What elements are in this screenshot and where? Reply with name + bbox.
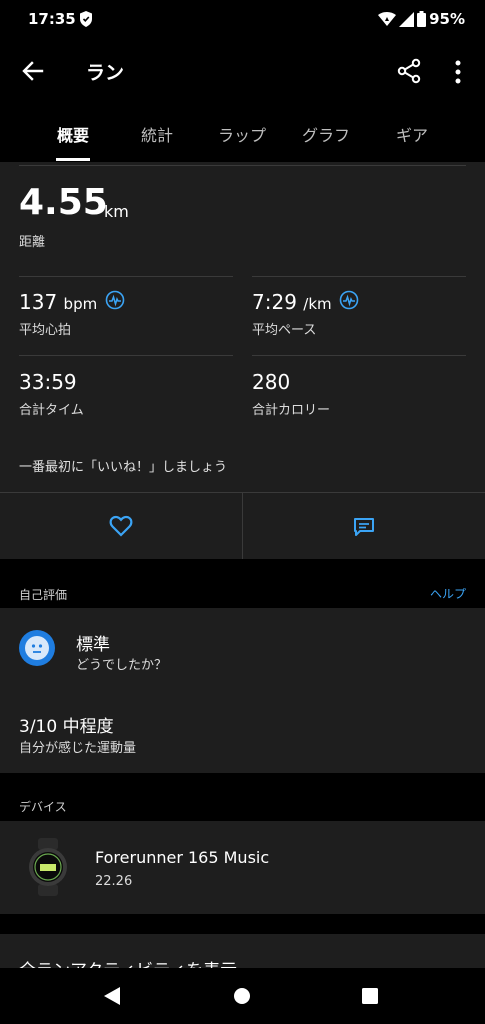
vertical-divider <box>242 493 243 559</box>
distance-value: 4.55 <box>19 182 108 223</box>
comment-icon <box>354 518 374 536</box>
more-vert-icon[interactable] <box>448 58 468 86</box>
heart-icon <box>109 515 133 537</box>
app-bar: ラン <box>0 40 485 104</box>
tab-stats[interactable]: 統計 <box>117 122 197 146</box>
like-button[interactable] <box>0 493 242 559</box>
neutral-face-icon <box>31 644 43 653</box>
total-time-label: 合計タイム <box>19 403 84 418</box>
divider <box>252 276 466 277</box>
signal-icon <box>399 11 415 27</box>
nav-back-icon[interactable] <box>103 986 121 1006</box>
divider <box>19 276 233 277</box>
tab-graph[interactable]: グラフ <box>286 122 366 146</box>
tab-overview[interactable]: 概要 <box>33 122 113 146</box>
status-time: 17:35 <box>28 10 76 28</box>
nav-recents-icon[interactable] <box>362 988 378 1004</box>
view-all-runs-card[interactable]: 全ランアクティビティを表示 <box>0 934 485 968</box>
like-prompt: 一番最初に「いいね！」しましょう <box>19 460 228 475</box>
pace-chart-icon[interactable] <box>339 290 359 310</box>
status-right: 95% <box>378 10 465 28</box>
watch-icon <box>29 838 67 896</box>
system-nav-bar <box>0 968 485 1024</box>
face-inner <box>25 636 49 660</box>
wifi-icon <box>378 12 397 26</box>
battery-percent: 95% <box>429 10 465 28</box>
calories-label: 合計カロリー <box>252 403 331 418</box>
divider <box>252 355 466 356</box>
back-arrow-icon[interactable] <box>20 58 46 84</box>
view-all-runs-label[interactable]: 全ランアクティビティを表示 <box>19 956 237 968</box>
device-version: 22.26 <box>95 874 133 889</box>
distance-label: 距離 <box>19 235 46 250</box>
share-icon[interactable] <box>396 58 422 84</box>
pace-value: 7:29 /km <box>252 290 332 314</box>
feel-subtitle: どうでしたか？ <box>76 658 168 673</box>
comment-button[interactable] <box>243 493 485 559</box>
effort-title[interactable]: 3/10 中程度 <box>19 712 114 737</box>
tab-bar: 概要 統計 ラップ グラフ ギア <box>0 104 485 162</box>
shield-icon <box>80 11 92 27</box>
device-card[interactable] <box>0 821 485 914</box>
heart-rate-label: 平均心拍 <box>19 323 72 338</box>
self-eval-header: 自己評価 <box>19 588 68 602</box>
battery-icon <box>417 11 427 27</box>
effort-subtitle: 自分が感じた運動量 <box>19 741 137 756</box>
pace-label: 平均ペース <box>252 323 317 338</box>
total-time-value: 33:59 <box>19 370 77 394</box>
divider <box>19 355 233 356</box>
calories-value: 280 <box>252 370 291 394</box>
feel-normal-icon[interactable] <box>19 630 55 666</box>
distance-unit: km <box>104 202 129 221</box>
tab-indicator <box>56 158 90 161</box>
nav-home-icon[interactable] <box>233 987 251 1005</box>
heart-rate-chart-icon[interactable] <box>105 290 125 310</box>
tab-gear[interactable]: ギア <box>372 122 452 146</box>
status-bar: 17:35 95% <box>0 0 485 40</box>
page-title: ラン <box>86 62 125 84</box>
device-name: Forerunner 165 Music <box>95 848 270 867</box>
top-divider <box>19 165 466 166</box>
feel-title[interactable]: 標準 <box>76 630 110 655</box>
heart-rate-value: 137 bpm <box>19 290 98 314</box>
device-header: デバイス <box>19 800 67 814</box>
help-link[interactable]: ヘルプ <box>430 585 466 602</box>
tab-laps[interactable]: ラップ <box>202 122 282 146</box>
